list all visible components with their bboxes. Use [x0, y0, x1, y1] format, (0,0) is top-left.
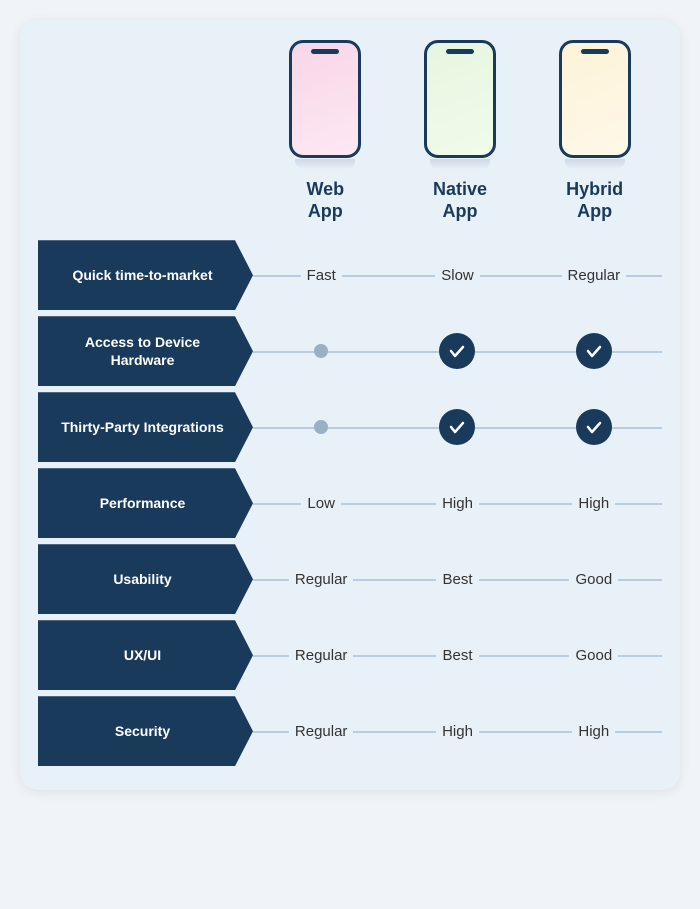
row-label-4: Usability	[38, 544, 253, 614]
phone-hybrid	[559, 40, 631, 158]
table-row: Usability Regular Best Good	[38, 544, 662, 614]
phone-reflection-web	[295, 159, 355, 169]
cell-5-0: Regular	[253, 645, 389, 666]
cell-4-0: Regular	[253, 569, 389, 590]
check-icon-2-1	[439, 409, 475, 445]
cell-6-1: High	[389, 721, 525, 742]
check-icon-1-2	[576, 333, 612, 369]
cell-2-0	[253, 420, 389, 434]
row-label-6: Security	[38, 696, 253, 766]
row-cells-2	[253, 409, 662, 445]
row-cells-0: Fast Slow Regular	[253, 265, 662, 286]
row-label-1: Access to Device Hardware	[38, 316, 253, 386]
row-cells-4: Regular Best Good	[253, 569, 662, 590]
phone-col-web: Web App	[258, 40, 393, 222]
cell-text-0-2: Regular	[562, 265, 627, 286]
cell-text-5-2: Good	[569, 645, 618, 666]
header-row: Web App Native App Hybrid App	[38, 40, 662, 222]
cell-0-0: Fast	[253, 265, 389, 286]
cell-0-2: Regular	[526, 265, 662, 286]
cell-5-1: Best	[389, 645, 525, 666]
phone-native	[424, 40, 496, 158]
cell-text-3-2: High	[572, 493, 615, 514]
cell-1-1	[389, 333, 525, 369]
dot-icon-2-0	[314, 420, 328, 434]
table-row: Quick time-to-market Fast Slow Regular	[38, 240, 662, 310]
cell-text-6-2: High	[572, 721, 615, 742]
cell-text-4-0: Regular	[289, 569, 354, 590]
phone-col-native: Native App	[393, 40, 528, 222]
table-row: Performance Low High High	[38, 468, 662, 538]
cell-1-2	[526, 333, 662, 369]
cell-4-1: Best	[389, 569, 525, 590]
check-icon-1-1	[439, 333, 475, 369]
phone-label-web: Web App	[306, 179, 344, 222]
cell-6-2: High	[526, 721, 662, 742]
phone-notch-hybrid	[581, 49, 609, 54]
cell-4-2: Good	[526, 569, 662, 590]
phone-web	[289, 40, 361, 158]
comparison-card: Web App Native App Hybrid App Quick time-t…	[20, 20, 680, 790]
cell-6-0: Regular	[253, 721, 389, 742]
phone-wrapper-native: Native App	[424, 40, 496, 222]
phone-reflection-hybrid	[565, 159, 625, 169]
dot-icon-1-0	[314, 344, 328, 358]
row-cells-6: Regular High High	[253, 721, 662, 742]
cell-text-5-1: Best	[436, 645, 478, 666]
row-cells-3: Low High High	[253, 493, 662, 514]
cell-text-3-1: High	[436, 493, 479, 514]
phone-notch-web	[311, 49, 339, 54]
cell-1-0	[253, 344, 389, 358]
row-label-2: Thirty-Party Integrations	[38, 392, 253, 462]
row-label-0: Quick time-to-market	[38, 240, 253, 310]
data-rows: Quick time-to-market Fast Slow Regular Acces…	[38, 240, 662, 766]
cell-text-0-1: Slow	[435, 265, 480, 286]
phone-wrapper-web: Web App	[289, 40, 361, 222]
cell-5-2: Good	[526, 645, 662, 666]
cell-3-1: High	[389, 493, 525, 514]
cell-text-6-0: Regular	[289, 721, 354, 742]
cell-text-4-1: Best	[436, 569, 478, 590]
phone-notch-native	[446, 49, 474, 54]
row-cells-1	[253, 333, 662, 369]
row-label-3: Performance	[38, 468, 253, 538]
cell-text-3-0: Low	[301, 493, 341, 514]
cell-0-1: Slow	[389, 265, 525, 286]
phone-label-hybrid: Hybrid App	[566, 179, 623, 222]
row-cells-5: Regular Best Good	[253, 645, 662, 666]
check-icon-2-2	[576, 409, 612, 445]
cell-3-2: High	[526, 493, 662, 514]
cell-text-4-2: Good	[569, 569, 618, 590]
table-row: Access to Device Hardware	[38, 316, 662, 386]
table-row: Thirty-Party Integrations	[38, 392, 662, 462]
cell-text-0-0: Fast	[301, 265, 342, 286]
cell-2-1	[389, 409, 525, 445]
cell-2-2	[526, 409, 662, 445]
phone-reflection-native	[430, 159, 490, 169]
phone-col-hybrid: Hybrid App	[527, 40, 662, 222]
cell-text-6-1: High	[436, 721, 479, 742]
phone-wrapper-hybrid: Hybrid App	[559, 40, 631, 222]
row-label-5: UX/UI	[38, 620, 253, 690]
cell-text-5-0: Regular	[289, 645, 354, 666]
cell-3-0: Low	[253, 493, 389, 514]
phone-label-native: Native App	[433, 179, 487, 222]
table-row: UX/UI Regular Best Good	[38, 620, 662, 690]
table-row: Security Regular High High	[38, 696, 662, 766]
